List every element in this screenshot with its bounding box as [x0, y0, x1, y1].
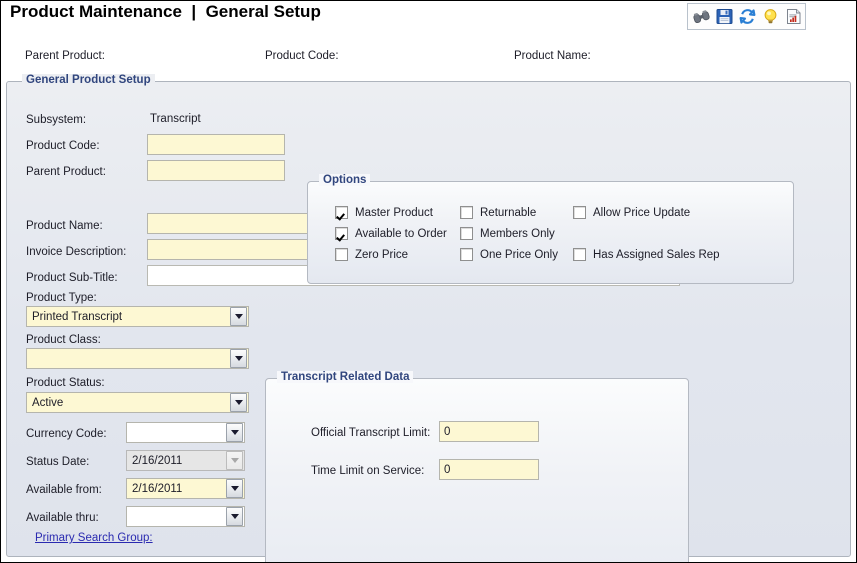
- currency-code-combo[interactable]: [126, 422, 245, 443]
- chevron-down-icon: [226, 451, 243, 470]
- product-type-label: Product Type:: [26, 291, 97, 305]
- available-from-picker[interactable]: 2/16/2011: [126, 478, 245, 499]
- parent-product-input[interactable]: [147, 160, 285, 181]
- product-status-value: Active: [27, 397, 230, 409]
- page-title: Product Maintenance | General Setup: [10, 2, 321, 22]
- checkbox-checked-icon[interactable]: [335, 227, 348, 240]
- header-info-row: Parent Product: Product Code: Product Na…: [1, 47, 857, 67]
- product-class-label: Product Class:: [26, 333, 101, 347]
- toolbar: [687, 3, 806, 30]
- option-label: Members Only: [480, 228, 555, 240]
- option-label: Returnable: [480, 207, 536, 219]
- official-transcript-limit-input[interactable]: [439, 421, 539, 442]
- checkbox-unchecked-icon[interactable]: [335, 248, 348, 261]
- official-transcript-limit-label: Official Transcript Limit:: [311, 426, 430, 440]
- option-label: Master Product: [355, 207, 433, 219]
- transcript-related-data-group: Transcript Related Data Official Transcr…: [265, 378, 689, 563]
- option-label: Has Assigned Sales Rep: [593, 249, 720, 261]
- option-allow-price-update[interactable]: Allow Price Update: [573, 206, 690, 219]
- currency-code-label: Currency Code:: [26, 427, 107, 441]
- application-window: Product Maintenance | General Setup: [0, 0, 857, 563]
- refresh-icon[interactable]: [737, 6, 758, 27]
- product-type-combo[interactable]: Printed Transcript: [26, 306, 249, 327]
- general-product-setup-legend: General Product Setup: [22, 74, 155, 86]
- status-date-value: 2/16/2011: [127, 455, 226, 467]
- option-available-to-order[interactable]: Available to Order: [335, 227, 447, 240]
- product-code-input[interactable]: [147, 134, 285, 155]
- checkbox-checked-icon[interactable]: [335, 206, 348, 219]
- chevron-down-icon[interactable]: [226, 423, 243, 442]
- product-status-combo[interactable]: Active: [26, 392, 249, 413]
- transcript-related-data-legend: Transcript Related Data: [277, 371, 413, 383]
- options-group: Options Master ProductAvailable to Order…: [307, 181, 794, 284]
- product-code-label: Product Code:: [26, 139, 100, 153]
- subsystem-label: Subsystem:: [26, 113, 86, 127]
- option-members-only[interactable]: Members Only: [460, 227, 555, 240]
- header-product-name-label: Product Name:: [514, 50, 591, 62]
- product-class-combo[interactable]: [26, 348, 249, 369]
- time-limit-on-service-input[interactable]: [439, 459, 539, 480]
- chevron-down-icon[interactable]: [226, 479, 243, 498]
- product-name-label: Product Name:: [26, 219, 103, 233]
- time-limit-on-service-label: Time Limit on Service:: [311, 464, 424, 478]
- checkbox-unchecked-icon[interactable]: [573, 248, 586, 261]
- chevron-down-icon[interactable]: [226, 507, 243, 526]
- checkbox-unchecked-icon[interactable]: [460, 248, 473, 261]
- header-product-code-label: Product Code:: [265, 50, 339, 62]
- option-label: Available to Order: [355, 228, 447, 240]
- checkbox-unchecked-icon[interactable]: [460, 206, 473, 219]
- option-one-price-only[interactable]: One Price Only: [460, 248, 558, 261]
- available-thru-picker[interactable]: [126, 506, 245, 527]
- option-label: Allow Price Update: [593, 207, 690, 219]
- report-icon[interactable]: [783, 6, 804, 27]
- general-product-setup-panel: General Product Setup Subsystem: Transcr…: [6, 81, 851, 557]
- save-icon[interactable]: [714, 6, 735, 27]
- binoculars-icon[interactable]: [691, 6, 712, 27]
- available-from-value: 2/16/2011: [127, 483, 226, 495]
- lightbulb-icon[interactable]: [760, 6, 781, 27]
- option-label: One Price Only: [480, 249, 558, 261]
- status-date-label: Status Date:: [26, 455, 89, 469]
- primary-search-group-link[interactable]: Primary Search Group:: [35, 532, 153, 544]
- product-status-label: Product Status:: [26, 376, 105, 390]
- chevron-down-icon[interactable]: [230, 349, 247, 368]
- checkbox-unchecked-icon[interactable]: [573, 206, 586, 219]
- product-subtitle-label: Product Sub-Title:: [26, 271, 118, 285]
- available-from-label: Available from:: [26, 483, 102, 497]
- chevron-down-icon[interactable]: [230, 393, 247, 412]
- option-returnable[interactable]: Returnable: [460, 206, 536, 219]
- option-zero-price[interactable]: Zero Price: [335, 248, 408, 261]
- header-parent-product-label: Parent Product:: [25, 50, 105, 62]
- subsystem-value: Transcript: [150, 113, 201, 125]
- option-has-assigned-sales-rep[interactable]: Has Assigned Sales Rep: [573, 248, 720, 261]
- option-master-product[interactable]: Master Product: [335, 206, 433, 219]
- checkbox-unchecked-icon[interactable]: [460, 227, 473, 240]
- option-label: Zero Price: [355, 249, 408, 261]
- chevron-down-icon[interactable]: [230, 307, 247, 326]
- parent-product-label: Parent Product:: [26, 165, 106, 179]
- status-date-picker: 2/16/2011: [126, 450, 245, 471]
- available-thru-label: Available thru:: [26, 511, 99, 525]
- invoice-description-label: Invoice Description:: [26, 245, 126, 259]
- product-type-value: Printed Transcript: [27, 311, 230, 323]
- options-legend: Options: [319, 174, 370, 186]
